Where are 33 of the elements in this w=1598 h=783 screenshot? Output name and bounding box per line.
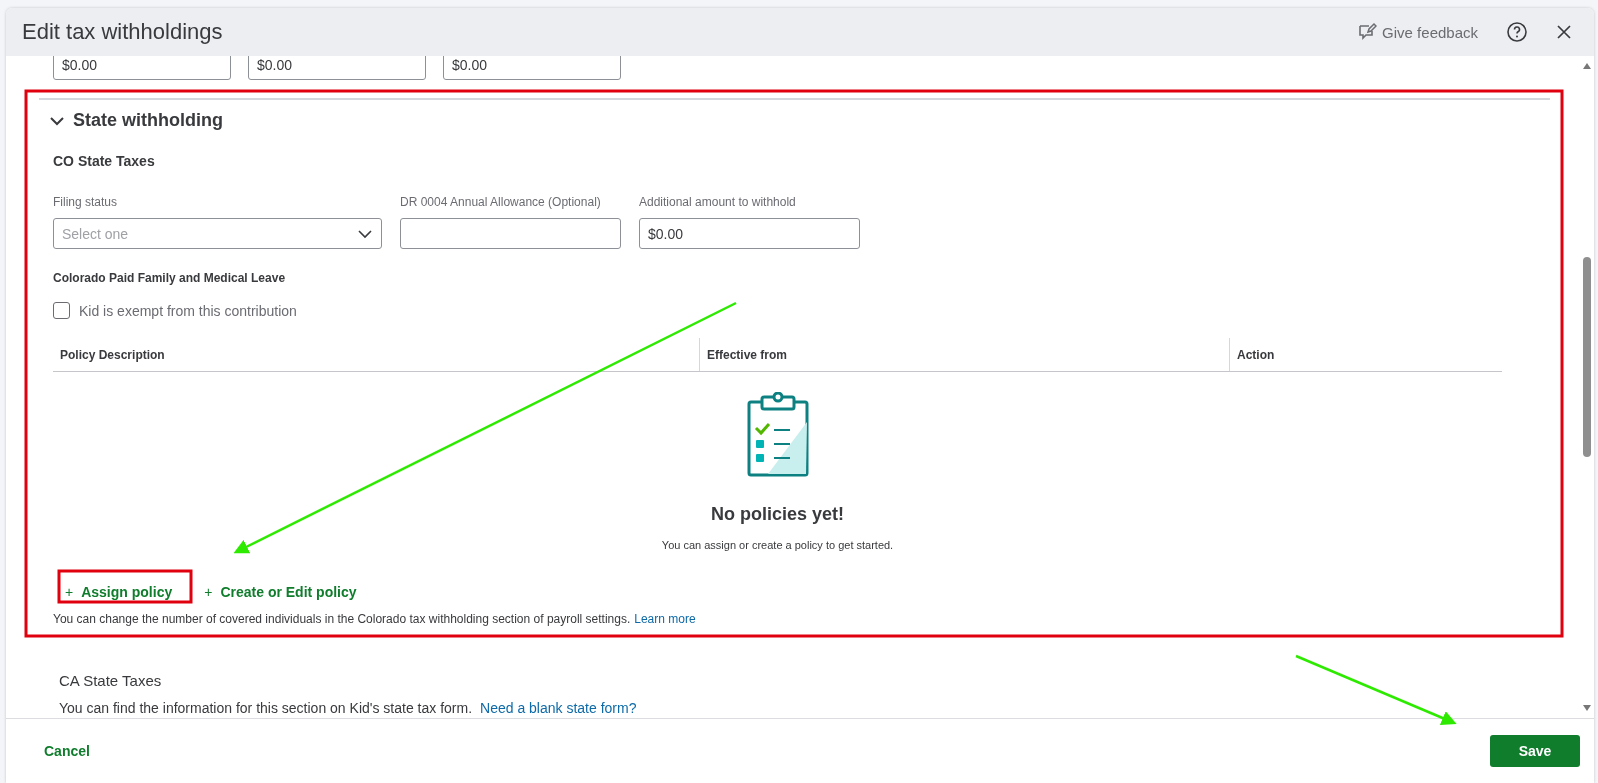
scrollbar-thumb[interactable]: [1583, 257, 1591, 457]
dialog-title: Edit tax withholdings: [22, 19, 223, 45]
leave-title: Colorado Paid Family and Medical Leave: [53, 271, 287, 285]
feedback-icon: [1357, 22, 1378, 42]
save-button[interactable]: Save: [1490, 735, 1580, 767]
input-field[interactable]: [400, 218, 621, 249]
state-title: CO State Taxes: [53, 153, 156, 169]
checkbox-label: Kid is exempt from this contribution: [79, 302, 297, 319]
assign-policy-link[interactable]: + Assign policy: [59, 580, 179, 604]
cancel-link[interactable]: Cancel: [44, 743, 90, 759]
empty-state-title: No policies yet!: [711, 504, 844, 525]
field-label: Filing status: [53, 195, 119, 209]
close-icon[interactable]: [1556, 24, 1572, 40]
column-header: Policy Description: [59, 346, 166, 364]
give-feedback-button[interactable]: Give feedback: [1357, 22, 1478, 42]
column-header: Action: [1229, 338, 1502, 371]
note-text: You can change the number of covered individuals in the Colorado tax withholding section of payroll settings.: [53, 612, 631, 626]
learn-more-link[interactable]: Learn more: [634, 612, 696, 626]
info-text: You can find the information for this section on Kid's state tax form.: [59, 700, 473, 716]
input-field[interactable]: $0.00: [639, 218, 860, 249]
scroll-up-icon[interactable]: [1582, 62, 1592, 70]
field-label: DR 0004 Annual Allowance (Optional): [400, 195, 602, 209]
column-header: Effective from: [699, 338, 1229, 371]
scroll-down-icon[interactable]: [1582, 704, 1592, 712]
field-label: Additional amount to withhold: [639, 195, 797, 209]
section-title: State withholding: [73, 110, 223, 131]
state-title: CA State Taxes: [59, 672, 163, 689]
create-policy-link[interactable]: + Create or Edit policy: [198, 580, 363, 604]
clipboard-checklist-icon: [745, 392, 810, 478]
help-icon[interactable]: [1506, 21, 1528, 43]
blank-form-link[interactable]: Need a blank state form?: [480, 700, 637, 716]
checkbox[interactable]: [53, 302, 70, 319]
empty-state-text: You can assign or create a policy to get started.: [661, 539, 894, 551]
